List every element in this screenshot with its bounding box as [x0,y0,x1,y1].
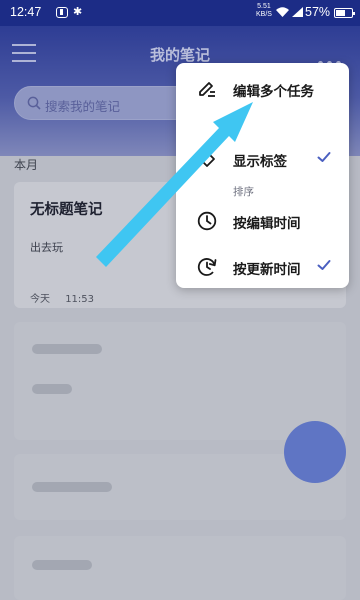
menu-item-label: 编辑多个任务 [233,84,314,100]
note-meta: 今天 11:53 [30,290,106,305]
signal-icon [292,7,303,17]
menu-item-show-tags[interactable]: 显示标签 [176,139,349,179]
menu-item-label: 按更新时间 [233,262,301,278]
battery-icon [334,8,355,18]
note-title: 无标题笔记 [30,201,103,218]
check-icon [317,260,331,270]
status-bar: 12:47 ✱ 5.51 KB/S 57% [0,0,360,26]
note-date: 今天 [30,294,50,305]
clock-refresh-icon [197,258,217,276]
menu-item-label: 按编辑时间 [233,216,301,232]
menu-item-edit-multiple[interactable]: 编辑多个任务 [176,69,349,109]
network-speed-unit: KB/S [256,11,272,18]
check-icon [317,152,331,162]
bluetooth-icon: ✱ [73,6,83,18]
note-body: 出去玩 [30,241,63,254]
overflow-menu: 编辑多个任务 显示标签 排序 按编辑时间 按更新时间 [176,63,349,288]
add-note-button[interactable] [284,421,346,483]
menu-item-sort-edit-time[interactable]: 按编辑时间 [176,201,349,241]
edit-pencil-icon [199,82,215,97]
tag-icon [199,151,215,167]
more-dots-icon[interactable] [318,51,348,66]
list-item[interactable] [14,536,346,600]
page-title: 我的笔记 [149,46,210,64]
battery-percent: 57% [305,5,331,19]
section-label-month: 本月 [14,158,39,172]
search-placeholder: 搜索我的笔记 [45,99,121,114]
menu-item-sort-update-time[interactable]: 按更新时间 [176,247,349,287]
menu-item-label: 显示标签 [233,154,287,170]
search-icon [27,96,41,110]
clock-icon [197,211,217,231]
wifi-icon [276,7,289,17]
note-time: 11:53 [65,294,95,305]
sim-icon [56,7,68,18]
menu-section-label: 排序 [233,186,254,198]
list-item[interactable] [14,322,346,440]
network-speed: 5.51 KB/S [256,3,272,19]
status-time: 12:47 [10,5,42,19]
network-speed-value: 5.51 [257,3,271,10]
